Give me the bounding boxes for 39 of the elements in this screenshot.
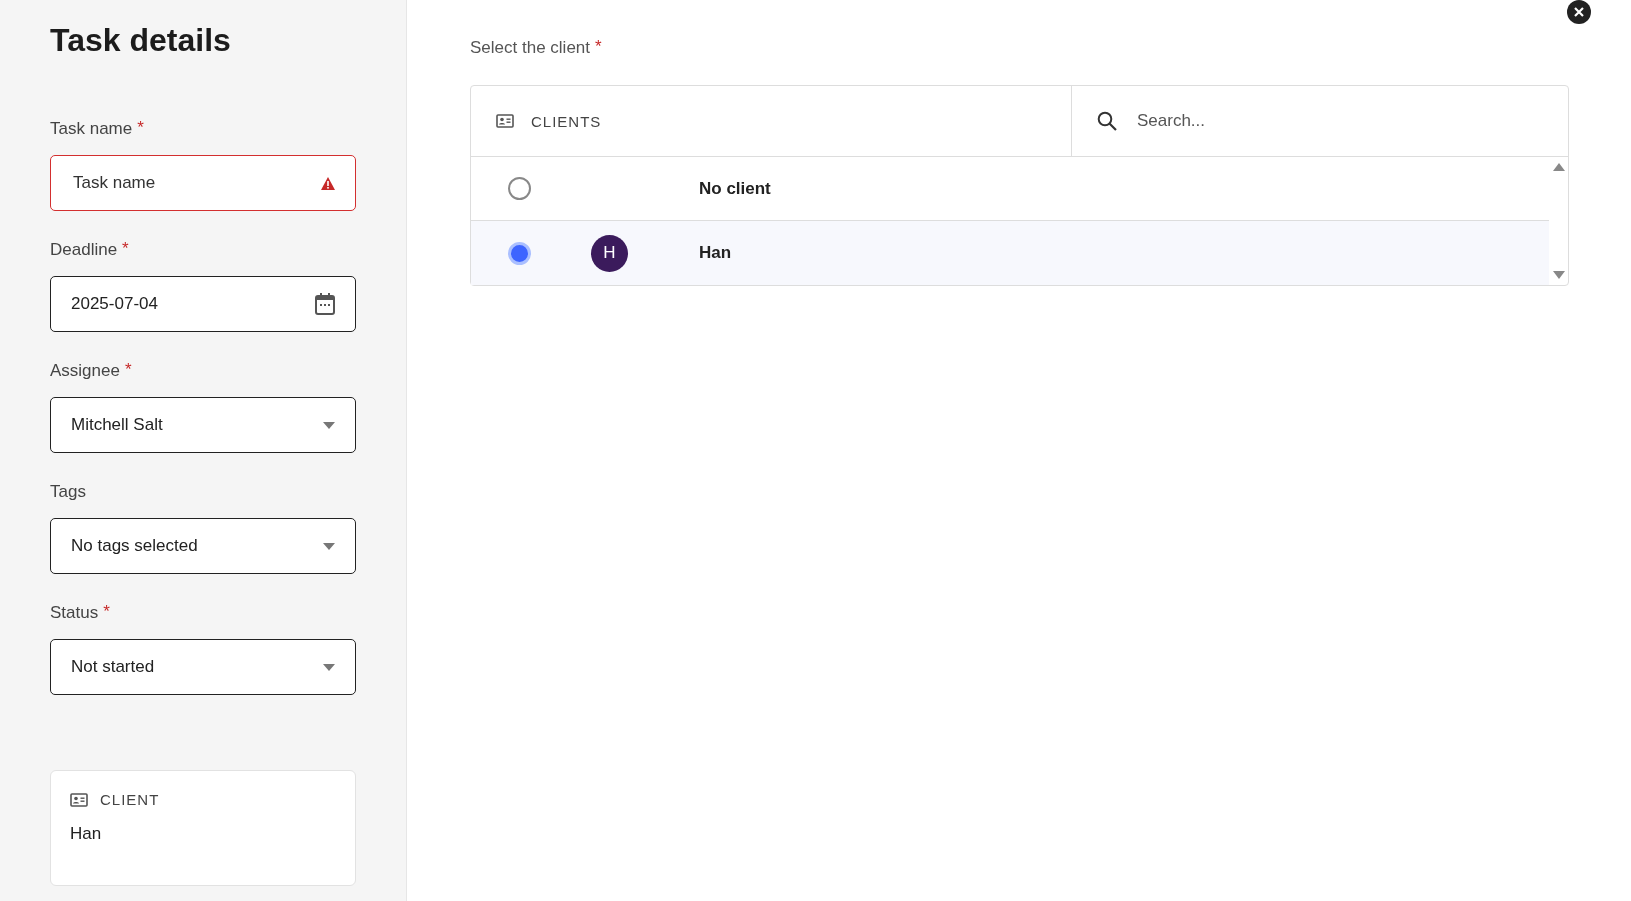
client-name: Han	[699, 243, 732, 263]
field-label: Task name	[50, 119, 133, 139]
table-heading: CLIENTS	[531, 112, 602, 130]
required-mark: *	[595, 38, 602, 58]
required-mark: *	[124, 361, 132, 381]
required-mark: *	[137, 119, 144, 139]
client-row[interactable]: H Han	[471, 220, 1549, 285]
dropdown[interactable]: Not started	[50, 639, 356, 695]
dropdown[interactable]: Mitchell Salt	[50, 397, 356, 453]
field-label: Assignee	[50, 361, 120, 381]
client-name: No client	[699, 178, 771, 199]
dropdown[interactable]: No tags selected	[50, 518, 356, 574]
radio-button[interactable]	[508, 177, 531, 200]
caret-icon[interactable]	[323, 421, 335, 429]
input-field[interactable]: Task name	[50, 155, 356, 211]
date-field[interactable]: 2025-07-04	[50, 276, 356, 332]
picker-label: Select the client	[470, 38, 590, 58]
field-label: Tags	[50, 482, 86, 502]
calendar-icon[interactable]	[315, 293, 335, 315]
warning-icon	[321, 176, 335, 190]
id-card-icon	[496, 114, 514, 128]
required-mark: *	[103, 603, 110, 623]
card-heading: CLIENT	[100, 791, 160, 808]
required-mark: *	[122, 240, 129, 260]
scroll-down-icon[interactable]	[1552, 271, 1565, 279]
page-title: Task details	[50, 22, 232, 59]
id-card-icon	[70, 792, 88, 807]
scroll-up-icon[interactable]	[1552, 163, 1565, 171]
text-input[interactable]: Task name	[71, 172, 271, 194]
field-label: Deadline	[50, 240, 118, 260]
avatar: H	[591, 234, 628, 272]
close-icon	[1574, 7, 1584, 17]
client-name: Han	[70, 824, 102, 843]
caret-icon[interactable]	[323, 542, 335, 550]
field-label: Status	[50, 603, 99, 623]
radio-button[interactable]	[508, 241, 531, 265]
search-icon	[1097, 111, 1117, 131]
close-button[interactable]	[1567, 0, 1591, 24]
caret-icon[interactable]	[323, 663, 335, 671]
